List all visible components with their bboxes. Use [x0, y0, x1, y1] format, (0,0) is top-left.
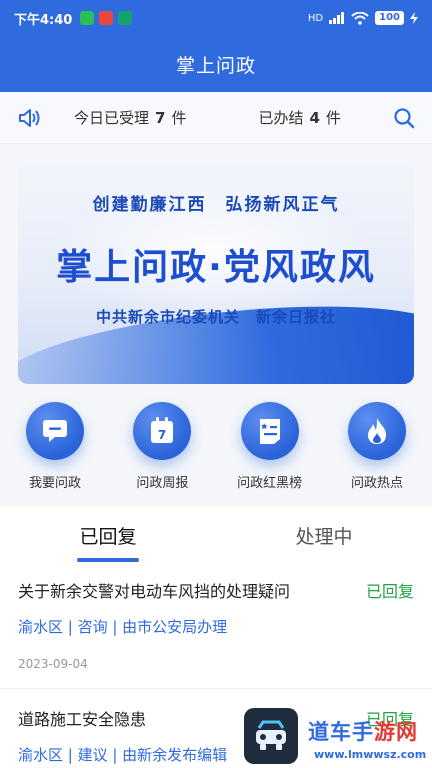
charging-icon — [410, 12, 418, 24]
watermark-title-a: 道车手 — [308, 720, 374, 744]
signal-icon — [329, 12, 345, 24]
page-title: 掌上问政 — [175, 54, 256, 77]
status-time: 下午4:40 — [14, 12, 73, 28]
tab-replied[interactable]: 已回复 — [0, 506, 216, 564]
quick-action-hot[interactable]: 问政热点 — [333, 402, 421, 498]
quick-action-ask[interactable]: 我要问政 — [11, 402, 99, 498]
quick-action-rankings[interactable]: 问政红黑榜 — [226, 402, 314, 498]
network-label: HD — [307, 12, 324, 24]
svg-text:7: 7 — [158, 428, 166, 442]
quick-action-label: 问政热点 — [350, 476, 403, 491]
quick-action-label: 我要问政 — [28, 476, 81, 491]
received-label: 今日已受理 — [74, 109, 150, 127]
watermark-url: www.lmwwsz.com — [314, 748, 427, 761]
tab-label: 处理中 — [295, 525, 353, 548]
item-title: 道路施工安全隐患 — [18, 710, 147, 729]
list-item[interactable]: 关于新余交警对电动车风挡的处理疑问 已回复 渝水区 | 咨询 | 由市公安局办理… — [0, 564, 432, 689]
item-status: 已回复 — [365, 582, 414, 601]
done-unit: 件 — [325, 109, 341, 127]
calendar-icon: 7 — [133, 402, 192, 460]
shield-app-icon — [118, 11, 133, 25]
app-bar: 掌上问政 — [0, 36, 432, 92]
tab-processing[interactable]: 处理中 — [216, 506, 432, 564]
banner-publisher: 中共新余市纪委机关 新余日报社 — [95, 308, 336, 326]
quick-actions: 我要问政 7 问政周报 问政红黑榜 问政热点 — [0, 402, 432, 498]
banner-slogan: 创建勤廉江西 弘扬新风正气 — [92, 195, 340, 215]
search-icon[interactable] — [392, 106, 416, 130]
list-board-icon — [240, 402, 299, 460]
wechat-icon — [80, 11, 95, 25]
site-watermark: 道车手游网 www.lmwwsz.com — [244, 706, 432, 768]
status-bar: 下午4:40 HD 100 — [0, 0, 432, 36]
active-tab-indicator — [77, 558, 139, 562]
done-stat: 已办结 4 件 — [258, 107, 340, 128]
quick-action-weekly[interactable]: 7 问政周报 — [118, 402, 206, 498]
banner-title: 掌上问政·党风政风 — [56, 247, 376, 288]
item-title: 关于新余交警对电动车风挡的处理疑问 — [18, 582, 291, 601]
speaker-icon[interactable] — [16, 105, 42, 131]
car-logo-icon — [244, 708, 298, 764]
quick-action-label: 问政周报 — [136, 476, 189, 491]
battery-indicator: 100 — [375, 11, 404, 25]
wifi-icon — [351, 11, 369, 25]
done-label: 已办结 — [258, 109, 304, 127]
received-stat: 今日已受理 7 件 — [74, 107, 186, 128]
status-indicators: HD 100 — [308, 11, 418, 25]
received-unit: 件 — [171, 109, 187, 127]
quick-action-label: 问政红黑榜 — [237, 476, 303, 491]
tab-label: 已回复 — [79, 525, 137, 548]
news-app-icon — [99, 11, 114, 25]
status-tabs: 已回复 处理中 — [0, 506, 432, 564]
stats-bar: 今日已受理 7 件 已办结 4 件 — [0, 92, 432, 144]
watermark-title: 道车手游网 — [308, 716, 418, 746]
promo-banner[interactable]: 创建勤廉江西 弘扬新风正气 掌上问政·党风政风 中共新余市纪委机关 新余日报社 — [18, 162, 414, 384]
item-date: 2023-09-04 — [18, 657, 88, 671]
item-meta: 渝水区 | 咨询 | 由市公安局办理 — [18, 618, 228, 636]
message-icon — [26, 402, 84, 460]
received-count: 7 — [155, 108, 166, 127]
watermark-title-b: 游网 — [374, 720, 418, 744]
flame-icon — [347, 402, 406, 460]
done-count: 4 — [309, 108, 320, 127]
